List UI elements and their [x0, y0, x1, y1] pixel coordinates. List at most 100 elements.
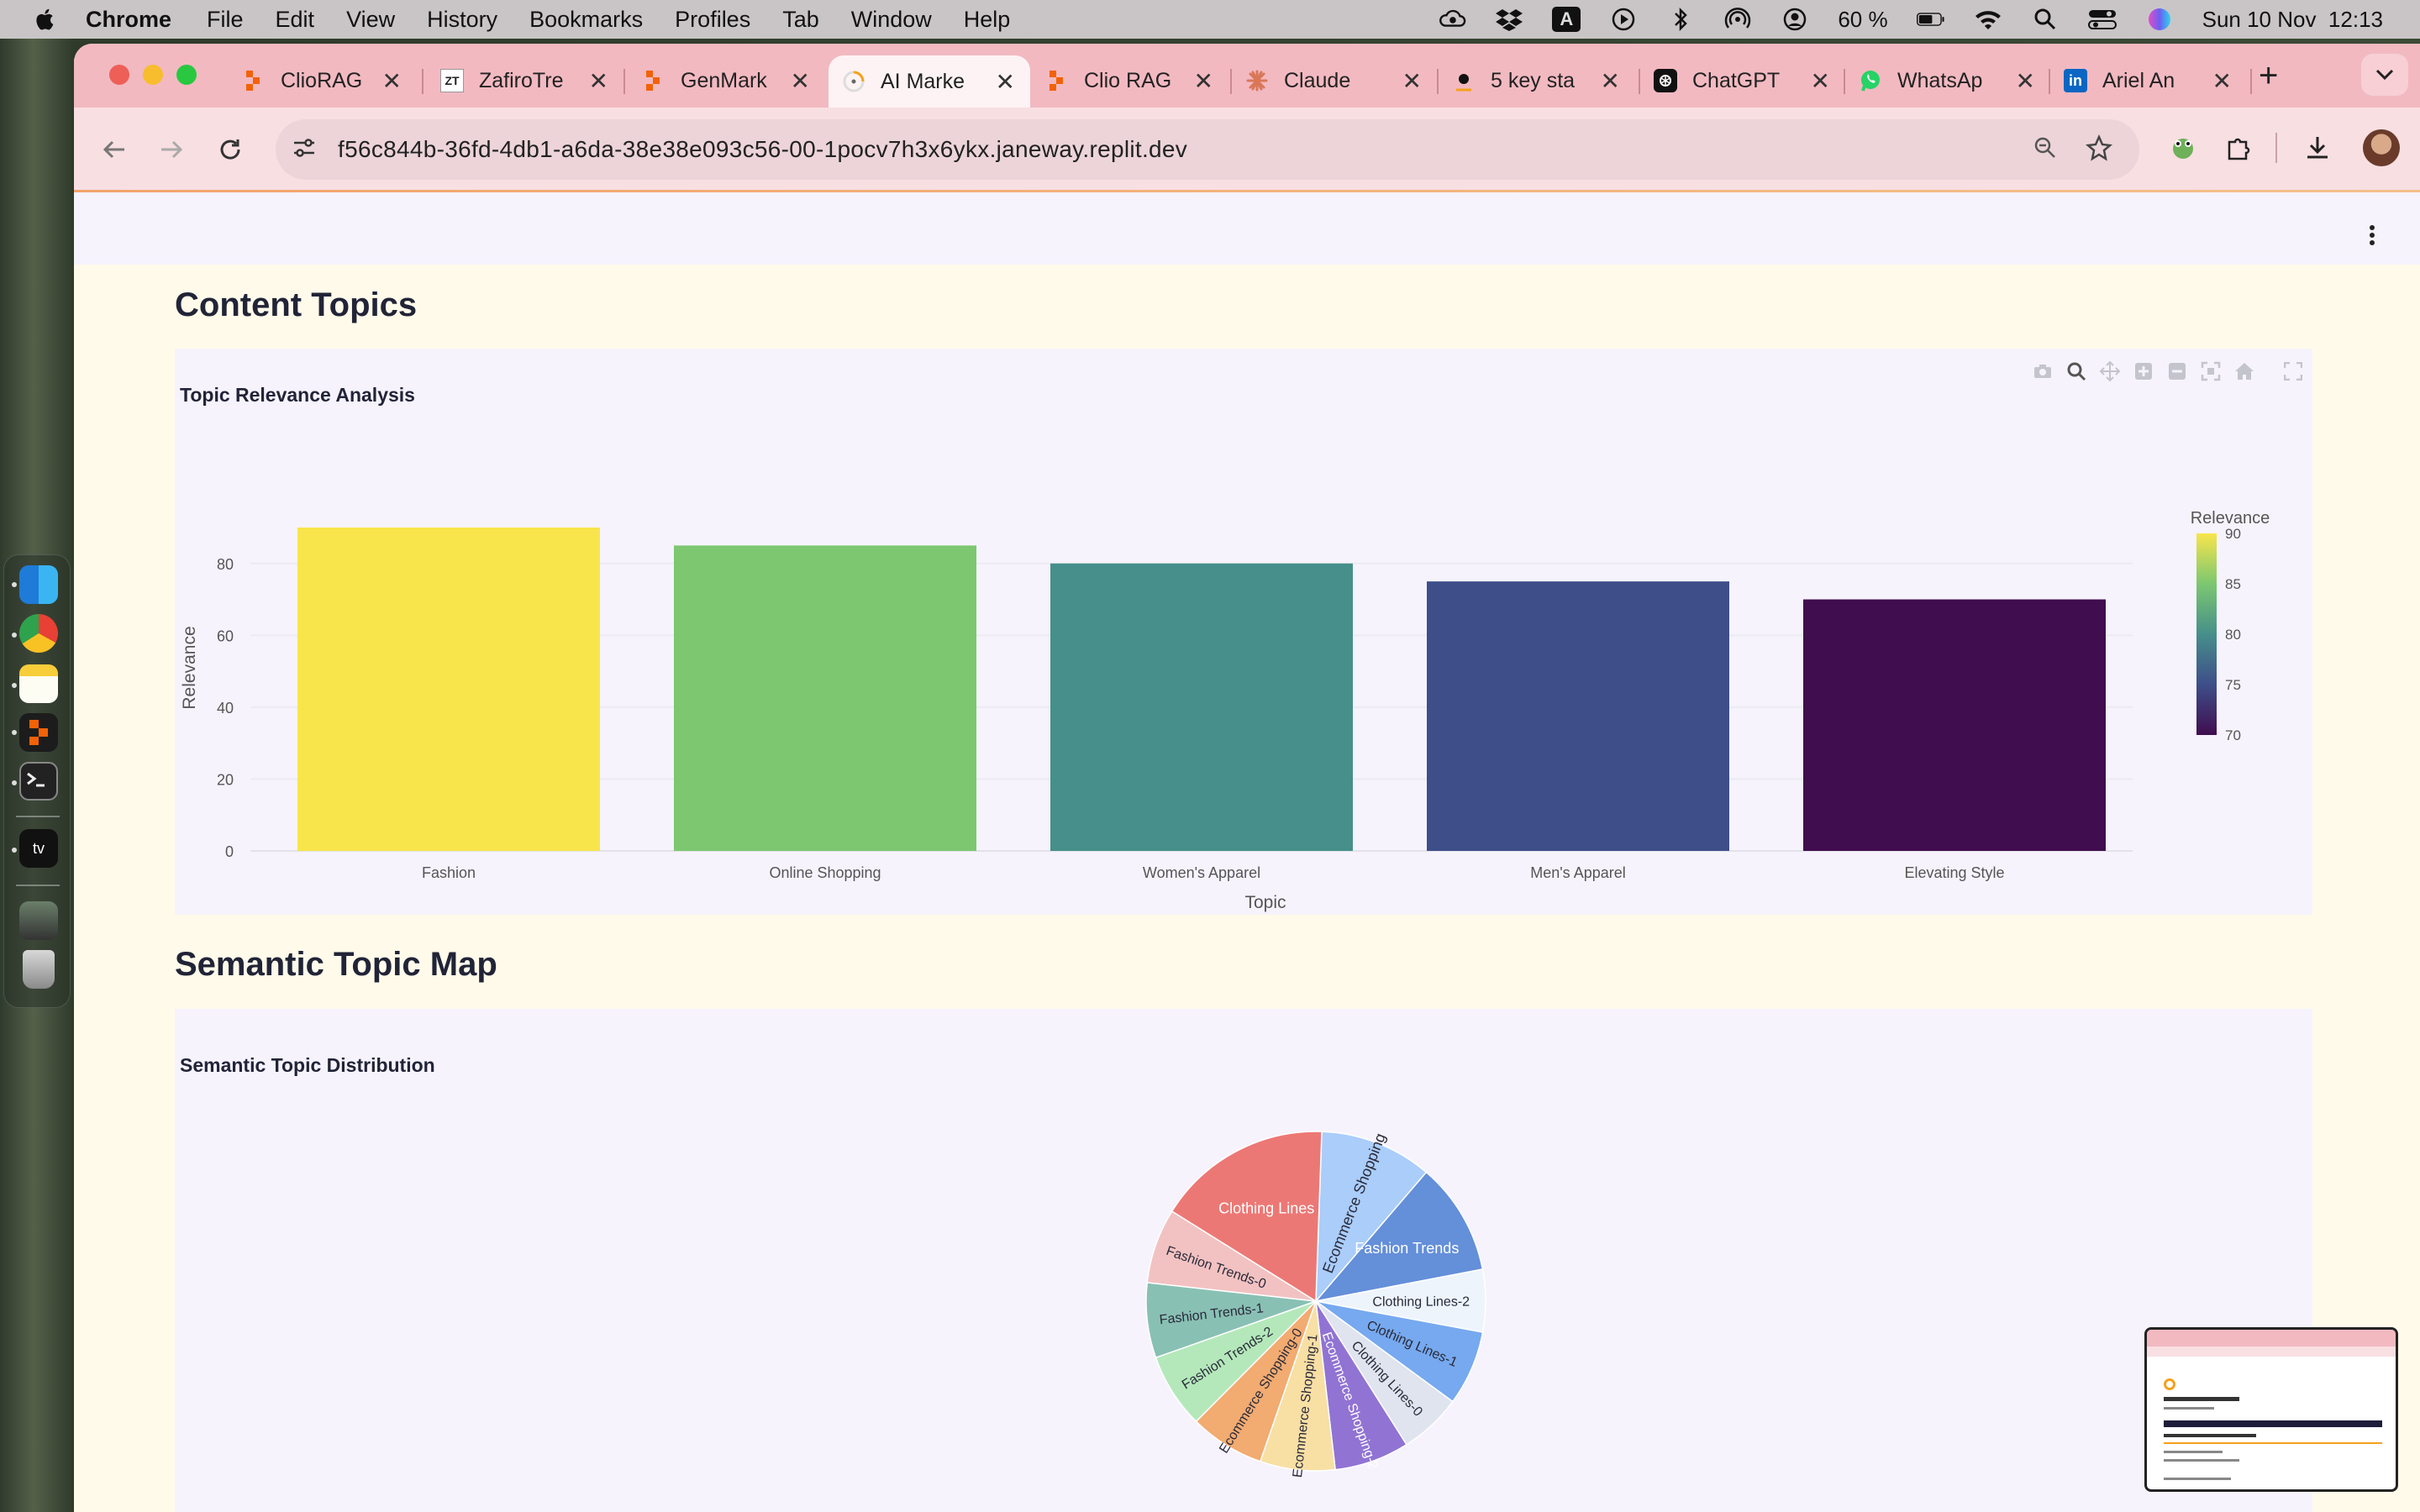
user-account-icon[interactable] [1781, 7, 1809, 32]
finder-icon[interactable] [19, 565, 58, 604]
menu-view[interactable]: View [346, 7, 395, 33]
battery-percentage: 60 % [1838, 6, 1888, 32]
thumbnail-toolbar [2147, 1347, 2396, 1357]
reload-icon[interactable] [213, 133, 247, 166]
tab-separator [623, 69, 625, 94]
menu-help[interactable]: Help [964, 7, 1011, 33]
menu-edit[interactable]: Edit [276, 7, 315, 33]
tab-ai-marketing[interactable]: AI Marke ✕ [829, 55, 1030, 108]
macos-dock: tv [3, 554, 71, 1008]
bar [1803, 599, 2106, 851]
tab-separator [2250, 69, 2252, 94]
x-tick-label: Men's Apparel [1530, 864, 1626, 881]
apple-tv-icon[interactable]: tv [19, 829, 58, 868]
screen-recording-thumbnail[interactable] [2144, 1327, 2398, 1492]
siri-icon[interactable] [2145, 7, 2174, 32]
airdrop-icon[interactable] [1723, 7, 1752, 32]
zoom-window-button[interactable] [176, 65, 197, 85]
thumbnail-button [2164, 1420, 2382, 1427]
menu-file[interactable]: File [207, 7, 244, 33]
replit-icon[interactable] [19, 713, 58, 752]
x-axis-title: Topic [1244, 893, 1286, 912]
apple-menu-icon[interactable] [32, 6, 59, 33]
tab-close-icon[interactable]: ✕ [996, 68, 1015, 96]
spotlight-search-icon[interactable] [2031, 7, 2060, 32]
menu-clock[interactable]: Sun 10 Nov 12:13 [2202, 7, 2383, 33]
running-indicator [12, 848, 17, 853]
tab-title: WhatsAp [1897, 68, 1983, 92]
tab-genmark[interactable]: GenMark ✕ [642, 55, 810, 106]
streamlit-loader-icon [842, 70, 865, 93]
tab-close-icon[interactable]: ✕ [2016, 67, 2035, 95]
tab-claude[interactable]: Claude ✕ [1245, 55, 1422, 106]
play-circle-icon[interactable] [1609, 7, 1638, 32]
profile-avatar[interactable] [2363, 129, 2400, 166]
downloads-icon[interactable] [2301, 131, 2334, 165]
x-tick-label: Elevating Style [1904, 864, 2004, 881]
bluetooth-icon[interactable] [1666, 7, 1695, 32]
zoom-magnifier-icon[interactable] [2028, 131, 2062, 165]
cloud-sync-icon[interactable] [1438, 7, 1466, 32]
tab-close-icon[interactable]: ✕ [791, 67, 810, 95]
tab-search-button[interactable] [2361, 54, 2408, 96]
tab-cliorag[interactable]: ClioRAG ✕ [242, 55, 402, 106]
menu-tab[interactable]: Tab [782, 7, 819, 33]
new-tab-button[interactable]: + [2259, 57, 2278, 95]
url-text[interactable]: f56c844b-36fd-4db1-a6da-38e38e093c56-00-… [338, 136, 1187, 163]
dropbox-icon[interactable] [1495, 7, 1523, 32]
back-arrow-icon[interactable] [97, 133, 131, 166]
site-icon [1452, 69, 1476, 92]
chrome-icon[interactable] [19, 614, 58, 653]
menu-bookmarks[interactable]: Bookmarks [529, 7, 643, 33]
notes-icon[interactable] [19, 664, 58, 703]
menu-history[interactable]: History [427, 7, 497, 33]
tab-separator [1639, 69, 1640, 94]
tab-5-key-stats[interactable]: 5 key sta ✕ [1452, 55, 1620, 106]
close-window-button[interactable] [109, 65, 129, 85]
running-indicator [12, 633, 17, 638]
tab-close-icon[interactable]: ✕ [382, 67, 402, 95]
tab-close-icon[interactable]: ✕ [1601, 67, 1620, 95]
linkedin-icon: in [2064, 69, 2087, 92]
forward-arrow-icon[interactable] [155, 133, 188, 166]
colorbar [2196, 533, 2217, 735]
minimize-window-button[interactable] [143, 65, 163, 85]
menu-profiles[interactable]: Profiles [675, 7, 750, 33]
colorbar-tick-label: 75 [2225, 677, 2241, 693]
tab-chatgpt[interactable]: ChatGPT ✕ [1654, 55, 1830, 106]
app-main-menu-icon[interactable] [2368, 224, 2376, 253]
downloads-stack-icon[interactable] [19, 901, 58, 940]
tab-close-icon[interactable]: ✕ [1402, 67, 1422, 95]
battery-icon[interactable] [1916, 7, 1945, 32]
pie-chart: Ecommerce ShoppingFashion TrendsClothing… [1145, 1131, 1486, 1478]
tab-close-icon[interactable]: ✕ [589, 67, 608, 95]
terminal-icon[interactable] [19, 762, 58, 801]
control-center-icon[interactable] [2087, 7, 2117, 32]
pie-slice-label: Fashion Trends [1355, 1240, 1459, 1257]
thumbnail-loader-icon [2164, 1378, 2175, 1390]
running-indicator [12, 780, 17, 785]
extensions-puzzle-icon[interactable] [2222, 131, 2255, 165]
keyboard-letter: A [1552, 7, 1581, 32]
trash-icon[interactable] [23, 950, 55, 989]
running-indicator [12, 582, 17, 587]
tab-title: Ariel An [2102, 68, 2175, 92]
colorbar-tick-label: 85 [2225, 576, 2241, 592]
tab-linkedin[interactable]: in Ariel An ✕ [2064, 55, 2232, 106]
site-settings-icon[interactable] [287, 131, 321, 165]
tab-close-icon[interactable]: ✕ [1194, 67, 1213, 95]
menu-app-name[interactable]: Chrome [86, 7, 171, 33]
tab-clio-rag[interactable]: Clio RAG ✕ [1045, 55, 1213, 106]
macos-menu-bar: Chrome File Edit View History Bookmarks … [0, 0, 2420, 39]
menu-window[interactable]: Window [851, 7, 932, 33]
extension-frog-icon[interactable] [2166, 131, 2200, 165]
tab-zafirotre[interactable]: ZT ZafiroTre ✕ [440, 55, 608, 106]
tab-close-icon[interactable]: ✕ [1811, 67, 1830, 95]
tab-whatsapp[interactable]: WhatsAp ✕ [1859, 55, 2035, 106]
pie-slice-label: Clothing Lines-2 [1372, 1295, 1470, 1310]
wifi-icon[interactable] [1974, 7, 2002, 32]
y-axis-title: Relevance [180, 626, 199, 709]
bookmark-star-icon[interactable] [2082, 131, 2116, 165]
keyboard-input-icon[interactable]: A [1552, 7, 1581, 32]
tab-close-icon[interactable]: ✕ [2212, 67, 2232, 95]
